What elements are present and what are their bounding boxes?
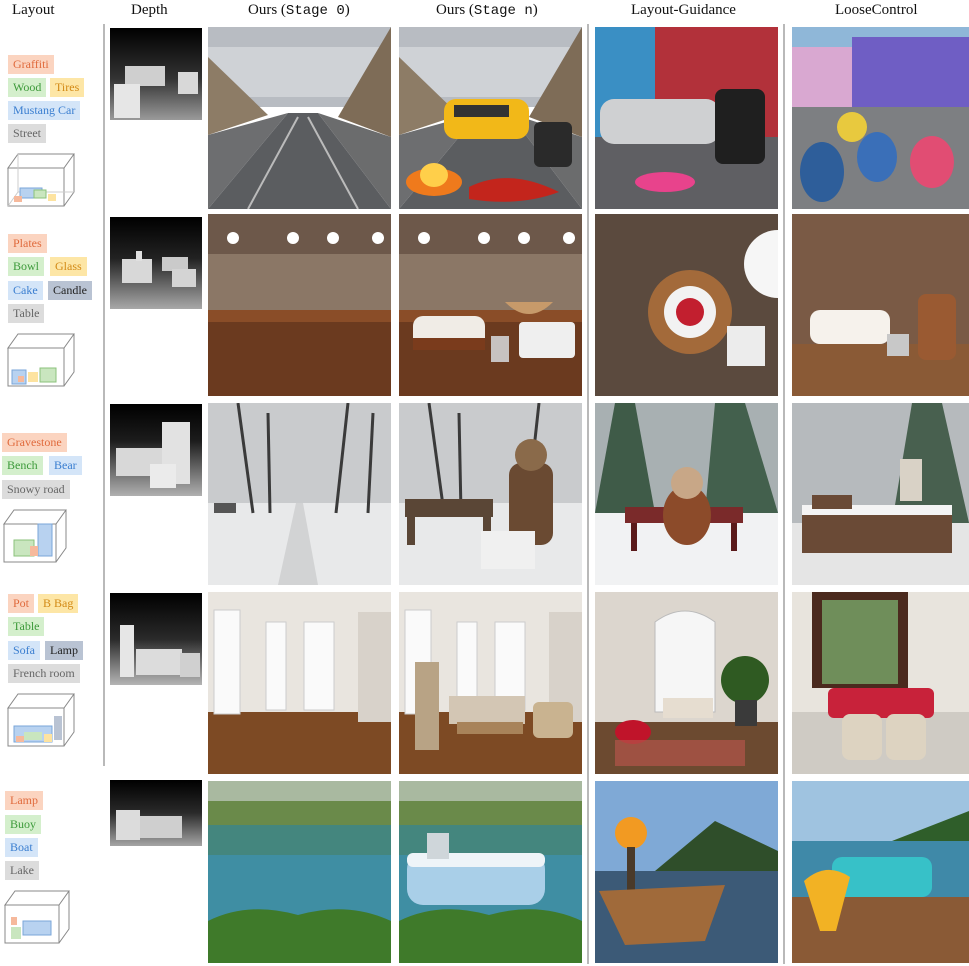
image-lake-layout-guidance [595,781,778,963]
image-room-stagen [399,592,582,774]
image-snow-stage0 [208,403,391,585]
image-table-stagen [399,214,582,396]
image-room-loosecontrol [792,592,969,774]
header-layout: Layout [12,2,55,18]
image-table-stage0 [208,214,391,396]
layout-box-diagram [7,333,75,387]
layout-box-diagram [3,509,67,563]
layout-box-diagram [4,890,70,944]
depth-map-snow [110,404,202,496]
tag-candle: Candle [48,281,92,300]
image-street-layout-guidance [595,27,778,209]
image-snow-layout-guidance [595,403,778,585]
tag-graffiti: Graffiti [8,55,54,74]
header-ours-stage-0: Ours (Stage 0) [248,2,350,19]
separator-mid [587,24,589,964]
image-street-stage0 [208,27,391,209]
header-depth: Depth [131,2,168,18]
image-room-stage0 [208,592,391,774]
tag-tires: Tires [50,78,85,97]
tag-lake: Lake [5,861,39,880]
header-loosecontrol: LooseControl [835,2,918,18]
tag-french-room: French room [8,664,80,683]
image-lake-stagen [399,781,582,963]
tag-cake: Cake [8,281,43,300]
depth-map-street [110,28,202,120]
tag-boat: Boat [5,838,38,857]
tag-gravestone: Gravestone [2,433,67,452]
image-room-layout-guidance [595,592,778,774]
header-layout-guidance: Layout-Guidance [631,2,736,18]
tag-table: Table [8,617,45,636]
tag-table: Table [8,304,45,323]
image-snow-stagen [399,403,582,585]
image-lake-stage0 [208,781,391,963]
tag-lamp: Lamp [5,791,43,810]
tag-sofa: Sofa [8,641,40,660]
depth-map-table [110,217,202,309]
separator-right [783,24,785,964]
tag-plates: Plates [8,234,47,253]
tag-bowl: Bowl [8,257,45,276]
depth-map-lake [110,780,202,846]
layout-box-diagram [7,693,75,747]
tag-street: Street [8,124,46,143]
header-ours-stage-n: Ours (Stage n) [436,2,538,19]
tag-mustang-car: Mustang Car [8,101,81,120]
tag-bear: Bear [49,456,82,475]
image-lake-loosecontrol [792,781,969,963]
tag-buoy: Buoy [5,815,42,834]
image-street-loosecontrol [792,27,969,209]
tag-snowy-road: Snowy road [2,480,70,499]
tag-pot: Pot [8,594,35,613]
tag-bench: Bench [2,456,43,475]
depth-map-room [110,593,202,685]
tag-b-bag: B Bag [38,594,79,613]
image-table-layout-guidance [595,214,778,396]
image-street-stagen [399,27,582,209]
image-table-loosecontrol [792,214,969,396]
tag-glass: Glass [50,257,87,276]
tag-lamp: Lamp [45,641,83,660]
separator-left [103,24,105,766]
tag-wood: Wood [8,78,47,97]
layout-box-diagram [7,153,75,207]
image-snow-loosecontrol [792,403,969,585]
